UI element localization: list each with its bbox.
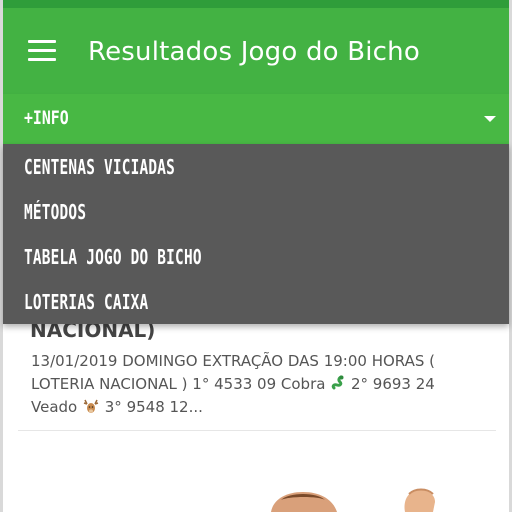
status-bar bbox=[0, 0, 512, 8]
menu-item-label: CENTENAS VICIADAS bbox=[24, 155, 176, 179]
post-line-2b: 2° 9693 24 bbox=[346, 375, 435, 393]
dropdown-arrow-icon bbox=[484, 116, 496, 122]
app-bar: Resultados Jogo do Bicho bbox=[0, 8, 512, 94]
info-dropdown-menu: CENTENAS VICIADAS MÉTODOS TABELA JOGO DO… bbox=[3, 144, 509, 324]
menu-item-label: MÉTODOS bbox=[24, 200, 87, 224]
post-thumbnail-image[interactable] bbox=[3, 440, 509, 512]
post-line-3b: 3° 9548 12... bbox=[99, 398, 203, 416]
hamburger-menu-icon[interactable] bbox=[28, 40, 56, 62]
post-line-2a: LOTERIA NACIONAL ) 1° 4533 09 Cobra bbox=[31, 375, 331, 393]
info-dropdown[interactable]: +INFO bbox=[0, 94, 512, 144]
snake-emoji-icon bbox=[331, 375, 344, 390]
post-line-1: 13/01/2019 DOMINGO EXTRAÇÃO DAS 19:00 HO… bbox=[31, 352, 436, 370]
menu-item-loterias-caixa[interactable]: LOTERIAS CAIXA bbox=[3, 279, 509, 324]
menu-item-tabela-jogo-do-bicho[interactable]: TABELA JOGO DO BICHO bbox=[3, 234, 509, 279]
app-screen: Resultados Jogo do Bicho +INFO NACIONAL)… bbox=[0, 0, 512, 512]
post-line-3a: Veado bbox=[31, 398, 82, 416]
menu-item-label: TABELA JOGO DO BICHO bbox=[24, 245, 202, 269]
info-dropdown-label: +INFO bbox=[24, 107, 69, 129]
post-thumbnail-graphic bbox=[3, 440, 509, 512]
post-excerpt: 13/01/2019 DOMINGO EXTRAÇÃO DAS 19:00 HO… bbox=[31, 350, 483, 419]
app-title: Resultados Jogo do Bicho bbox=[88, 37, 420, 67]
card-divider bbox=[18, 430, 496, 431]
deer-emoji-icon bbox=[83, 399, 99, 413]
menu-item-metodos[interactable]: MÉTODOS bbox=[3, 189, 509, 234]
menu-item-label: LOTERIAS CAIXA bbox=[24, 290, 149, 314]
menu-item-centenas-viciadas[interactable]: CENTENAS VICIADAS bbox=[3, 144, 509, 189]
